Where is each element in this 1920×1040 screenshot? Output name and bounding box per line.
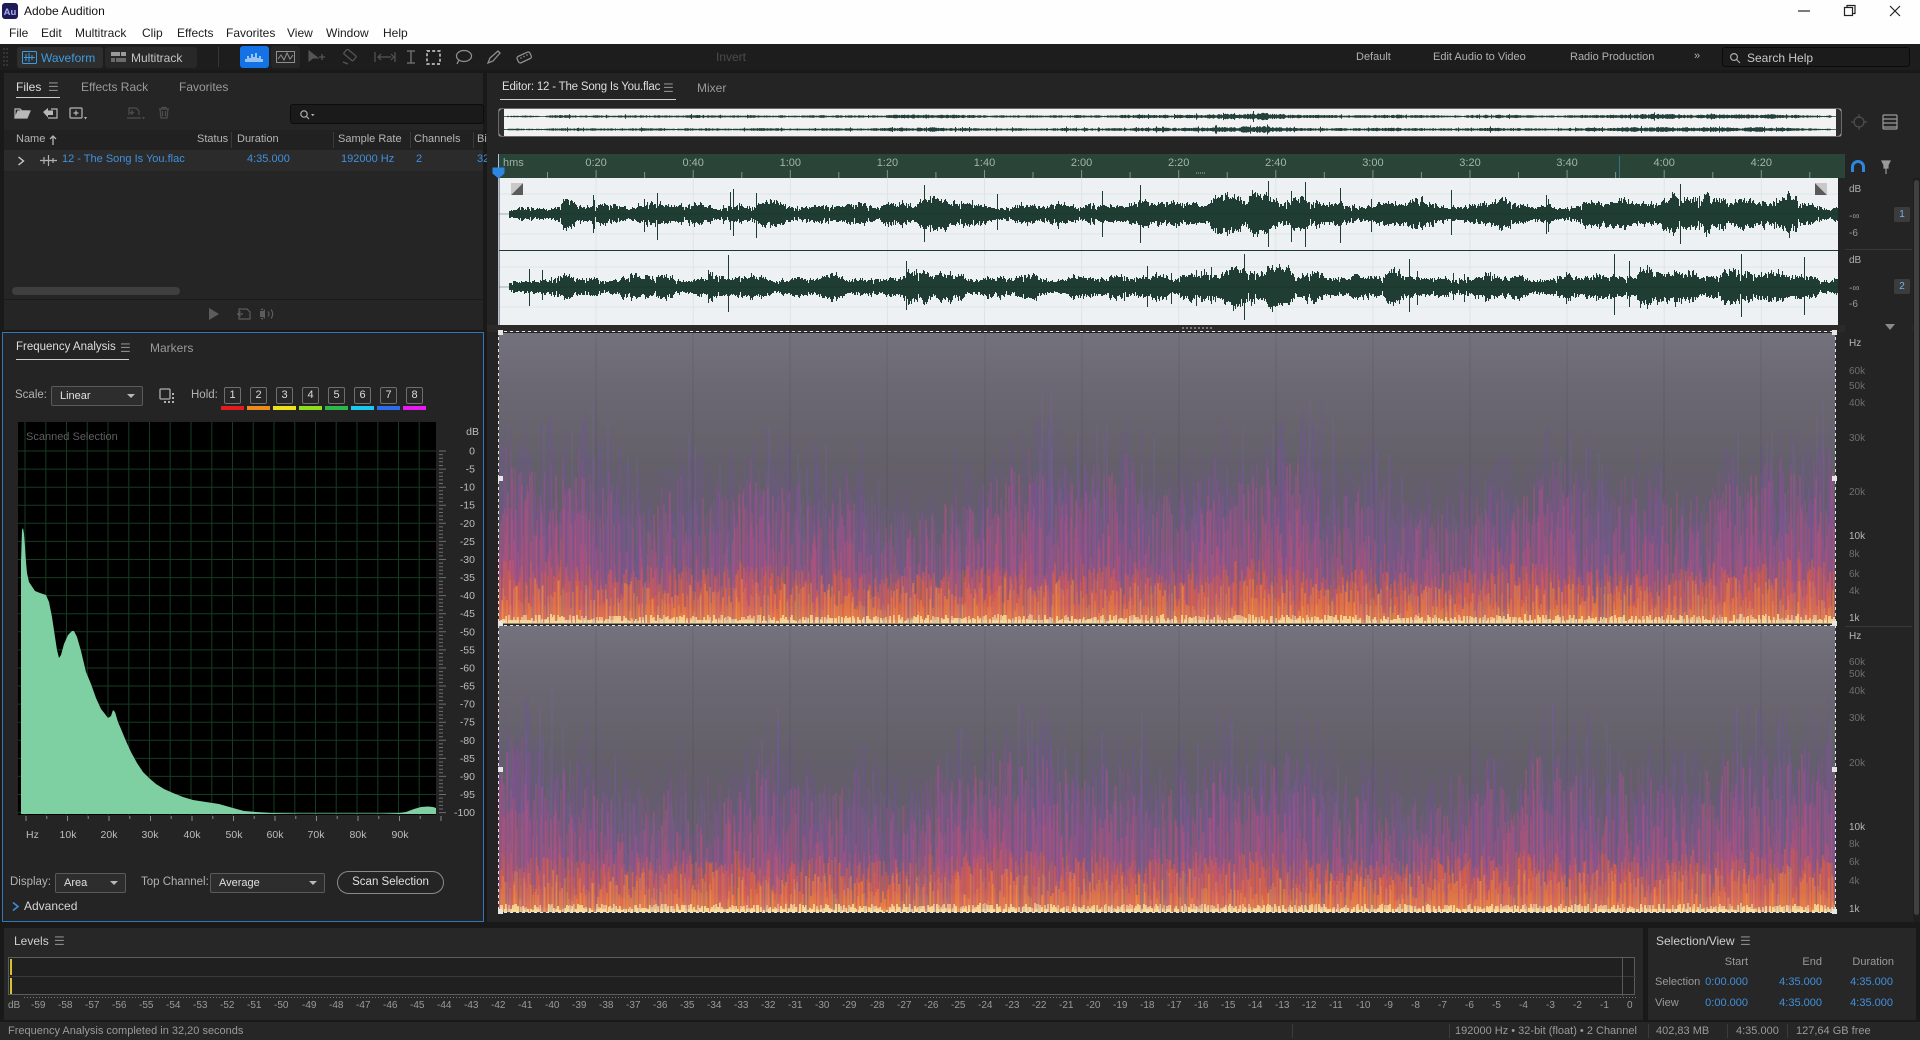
svg-text:80k: 80k [350, 829, 368, 841]
svg-text:3:20: 3:20 [1459, 157, 1480, 169]
svg-text:3:00: 3:00 [1362, 157, 1383, 169]
svg-text:-25: -25 [460, 536, 475, 548]
svg-text:30k: 30k [142, 829, 160, 841]
svg-text:10k: 10k [60, 829, 78, 841]
svg-text:1:00: 1:00 [780, 157, 801, 169]
svg-text:2:40: 2:40 [1265, 157, 1286, 169]
svg-text:-70: -70 [460, 699, 475, 711]
svg-text:-10: -10 [460, 482, 475, 494]
svg-text:20k: 20k [101, 829, 119, 841]
svg-text:-65: -65 [460, 681, 475, 693]
svg-text:70k: 70k [308, 829, 326, 841]
svg-text:-35: -35 [460, 572, 475, 584]
svg-text:-80: -80 [460, 735, 475, 747]
svg-text:0: 0 [469, 446, 475, 458]
svg-text:2:20: 2:20 [1168, 157, 1189, 169]
svg-text:1:40: 1:40 [974, 157, 995, 169]
svg-text:-90: -90 [460, 771, 475, 783]
svg-text:1:20: 1:20 [877, 157, 898, 169]
svg-text:dB: dB [466, 426, 479, 438]
svg-text:Hz: Hz [26, 829, 39, 841]
svg-text:0:20: 0:20 [585, 157, 606, 169]
svg-text:4:20: 4:20 [1751, 157, 1772, 169]
svg-text:-55: -55 [460, 644, 475, 656]
svg-text:-30: -30 [460, 554, 475, 566]
svg-text:Au: Au [4, 7, 17, 18]
svg-text:2:00: 2:00 [1071, 157, 1092, 169]
svg-text:Scanned Selection: Scanned Selection [26, 431, 118, 443]
svg-text:40k: 40k [184, 829, 202, 841]
svg-text:hms: hms [503, 157, 524, 169]
svg-text:-60: -60 [460, 663, 475, 675]
svg-text:0:40: 0:40 [682, 157, 703, 169]
svg-text:-40: -40 [460, 590, 475, 602]
svg-text:-50: -50 [460, 626, 475, 638]
svg-text:-75: -75 [460, 717, 475, 729]
svg-text:-5: -5 [466, 464, 475, 476]
svg-text:60k: 60k [267, 829, 285, 841]
svg-text:-95: -95 [460, 789, 475, 801]
svg-text:90k: 90k [392, 829, 410, 841]
svg-text:4:00: 4:00 [1653, 157, 1674, 169]
svg-text:3:40: 3:40 [1556, 157, 1577, 169]
svg-text:-15: -15 [460, 500, 475, 512]
svg-text:-20: -20 [460, 518, 475, 530]
svg-text:50k: 50k [226, 829, 244, 841]
svg-text:-85: -85 [460, 753, 475, 765]
svg-text:-45: -45 [460, 608, 475, 620]
